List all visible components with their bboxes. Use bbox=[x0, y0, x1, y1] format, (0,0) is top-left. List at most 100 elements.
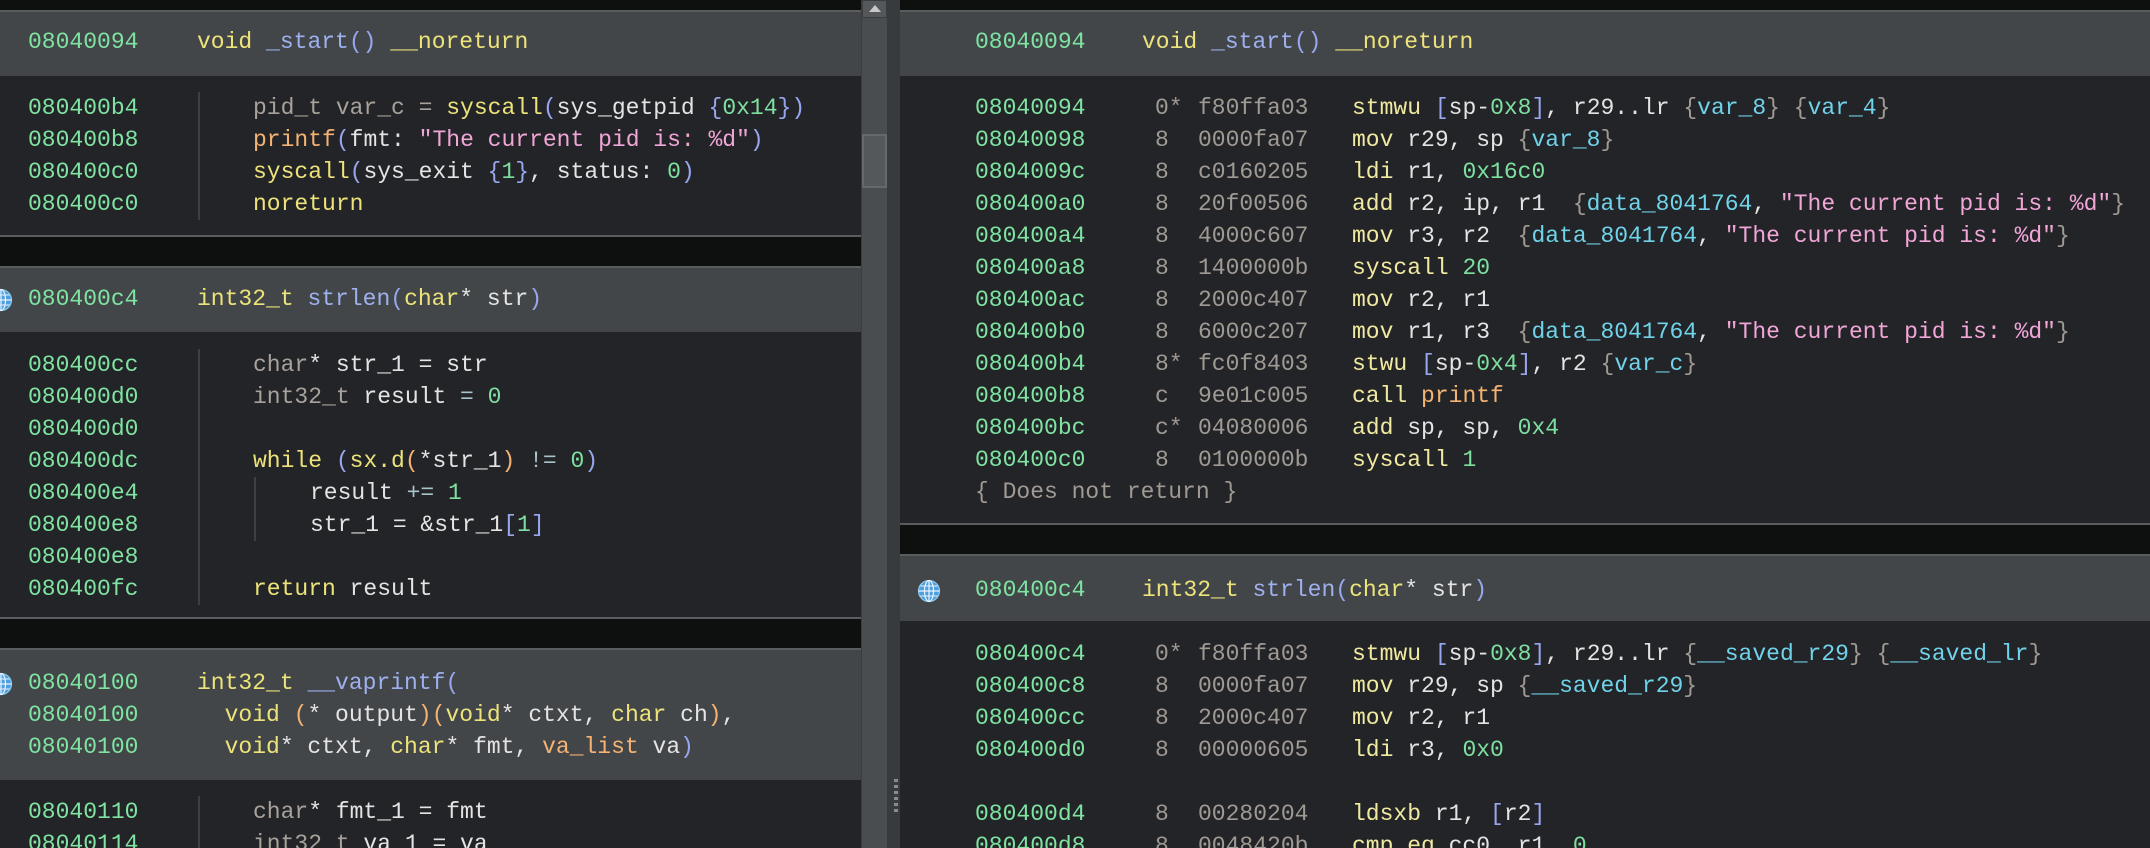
address[interactable]: 080400a0 bbox=[975, 188, 1085, 220]
address[interactable]: 080400c0 bbox=[975, 444, 1085, 476]
disassembly-view-pane[interactable]: 08040094 void _start() __noreturn 08040094… bbox=[900, 0, 2150, 848]
code-line[interactable]: 080400cc char* str_1 = str bbox=[0, 349, 861, 381]
code-line[interactable]: 08040110 char* fmt_1 = fmt bbox=[0, 796, 861, 828]
code-token: ] bbox=[1531, 641, 1546, 667]
code-line[interactable]: 08040098 8 0000fa07 mov r29, sp {var_8} bbox=[900, 124, 2150, 156]
code-line[interactable]: 080400c4 0* f80ffa03 stmwu [sp-0x8], r29..l… bbox=[900, 638, 2150, 670]
address[interactable]: 08040100 bbox=[28, 731, 138, 763]
code-line[interactable]: 080400dc while (sx.d(*str_1) != 0) bbox=[0, 445, 861, 477]
address[interactable]: 080400d0 bbox=[28, 381, 138, 413]
address[interactable]: 080400d4 bbox=[975, 798, 1085, 830]
address[interactable]: 080400b0 bbox=[975, 316, 1085, 348]
code-line[interactable]: 0804009c 8 c0160205 ldi r1, 0x16c0 bbox=[900, 156, 2150, 188]
function-header[interactable]: 08040094 void _start() __noreturn bbox=[0, 12, 861, 76]
address[interactable]: 080400cc bbox=[28, 349, 138, 381]
address[interactable]: 080400e4 bbox=[28, 477, 138, 509]
address[interactable]: 080400a8 bbox=[975, 252, 1085, 284]
code-line[interactable]: 080400c0 syscall(sys_exit {1}, status: 0) bbox=[0, 156, 861, 188]
address[interactable]: 080400b4 bbox=[975, 348, 1085, 380]
address[interactable]: 080400e8 bbox=[28, 541, 138, 573]
address[interactable]: 080400c4 bbox=[975, 574, 1085, 606]
code-line[interactable]: 080400d0 bbox=[0, 413, 861, 445]
code-line[interactable]: 080400d4 8 00280204 ldsxb r1, [r2] bbox=[900, 798, 2150, 830]
code-line[interactable]: 080400c0 noreturn bbox=[0, 188, 861, 220]
address[interactable]: 080400c0 bbox=[28, 188, 138, 220]
code-line[interactable]: 080400b4 pid_t var_c = syscall(sys_getpid… bbox=[0, 92, 861, 124]
code-line[interactable]: 080400b8 printf(fmt: "The current pid is:… bbox=[0, 124, 861, 156]
code-line[interactable]: 08040094 0* f80ffa03 stmwu [sp-0x8], r29..l… bbox=[900, 92, 2150, 124]
function-signature-line[interactable]: 08040094 void _start() __noreturn bbox=[900, 26, 2150, 58]
address[interactable]: 080400c0 bbox=[28, 156, 138, 188]
code-token: void bbox=[197, 29, 253, 55]
function-signature-line[interactable]: 080400c4 int32_t strlen(char* str) bbox=[900, 574, 2150, 606]
address[interactable]: 080400c4 bbox=[975, 638, 1085, 670]
code-token: ( bbox=[390, 286, 405, 312]
address[interactable]: 08040114 bbox=[28, 828, 138, 848]
code-line[interactable]: 080400d8 8 0048420b cmp.eq cc0, r1, 0 bbox=[900, 830, 2150, 848]
code-line[interactable]: 080400bc c* 04080006 add sp, sp, 0x4 bbox=[900, 412, 2150, 444]
address[interactable]: 08040094 bbox=[975, 26, 1085, 58]
function-header[interactable]: 080400c4 int32_t strlen(char* str) bbox=[0, 268, 861, 332]
code-line[interactable]: 080400d0 int32_t result = 0 bbox=[0, 381, 861, 413]
code-line[interactable]: 080400b4 8* fc0f8403 stwu [sp-0x4], r2 {var… bbox=[900, 348, 2150, 380]
address[interactable]: 080400b4 bbox=[28, 92, 138, 124]
address[interactable]: 080400e8 bbox=[28, 509, 138, 541]
address[interactable]: 080400cc bbox=[975, 702, 1085, 734]
function-signature-line[interactable]: 08040100 void* ctxt, char* fmt, va_list … bbox=[0, 731, 861, 763]
function-signature-line[interactable]: 08040100 void (* output)(void* ctxt, cha… bbox=[0, 699, 861, 731]
code-token: __noreturn bbox=[1335, 29, 1474, 55]
address[interactable]: 0804009c bbox=[975, 156, 1085, 188]
code-token: ) bbox=[680, 159, 695, 185]
address[interactable]: 08040100 bbox=[28, 699, 138, 731]
function-signature-line[interactable]: 08040094 void _start() __noreturn bbox=[0, 26, 861, 58]
address[interactable]: 08040094 bbox=[28, 26, 138, 58]
scrollbar-thumb[interactable] bbox=[862, 134, 887, 188]
code-line[interactable]: 080400a0 8 20f00506 add r2, ip, r1 {data_80… bbox=[900, 188, 2150, 220]
code-line[interactable]: 08040114 int32_t va_1 = va bbox=[0, 828, 861, 848]
code-line[interactable]: 080400e8 str_1 = &str_1[1] bbox=[0, 509, 861, 541]
decompiled-view-pane[interactable]: 08040094 void _start() __noreturn 080400b4… bbox=[0, 0, 861, 848]
code-line[interactable]: 080400b8 c 9e01c005 call printf bbox=[900, 380, 2150, 412]
address[interactable]: 080400b8 bbox=[975, 380, 1085, 412]
address[interactable]: 080400c4 bbox=[28, 283, 138, 315]
code-token: mov bbox=[1352, 127, 1394, 153]
splitter-grip-icon[interactable] bbox=[894, 779, 898, 815]
address[interactable]: 080400bc bbox=[975, 412, 1085, 444]
code-line[interactable]: 080400fc return result bbox=[0, 573, 861, 605]
address[interactable]: 08040100 bbox=[28, 667, 138, 699]
function-signature-line[interactable]: 080400c4 int32_t strlen(char* str) bbox=[0, 283, 861, 315]
code-line[interactable]: 080400a4 8 4000c607 mov r3, r2 {data_804176… bbox=[900, 220, 2150, 252]
address[interactable]: 080400dc bbox=[28, 445, 138, 477]
pane-splitter[interactable] bbox=[887, 0, 900, 848]
address[interactable]: 080400ac bbox=[975, 284, 1085, 316]
address[interactable]: 08040098 bbox=[975, 124, 1085, 156]
address[interactable]: 080400b8 bbox=[28, 124, 138, 156]
vertical-scrollbar[interactable] bbox=[861, 0, 887, 848]
code-line[interactable]: 080400c8 8 0000fa07 mov r29, sp {__saved_r2… bbox=[900, 670, 2150, 702]
code-line[interactable]: 080400ac 8 2000c407 mov r2, r1 bbox=[900, 284, 2150, 316]
address[interactable]: 080400d0 bbox=[28, 413, 138, 445]
code-token: , r29..lr bbox=[1545, 641, 1684, 667]
function-signature-line[interactable]: 08040100 int32_t __vaprintf( bbox=[0, 667, 861, 699]
function-header[interactable]: 08040094 void _start() __noreturn bbox=[900, 12, 2150, 76]
code-line[interactable]: 080400e8 bbox=[0, 541, 861, 573]
code-token: { bbox=[1517, 673, 1532, 699]
function-body: 080400cc char* str_1 = str 080400d0 int32_t… bbox=[0, 332, 861, 617]
function-header[interactable]: 080400c4 int32_t strlen(char* str) bbox=[900, 556, 2150, 621]
address[interactable]: 080400c8 bbox=[975, 670, 1085, 702]
scroll-up-arrow-icon[interactable] bbox=[862, 0, 887, 18]
code-line[interactable]: 080400cc 8 2000c407 mov r2, r1 bbox=[900, 702, 2150, 734]
code-line[interactable]: 080400c0 8 0100000b syscall 1 bbox=[900, 444, 2150, 476]
code-token: 20 bbox=[1462, 255, 1491, 281]
code-line[interactable]: 080400d0 8 00000605 ldi r3, 0x0 bbox=[900, 734, 2150, 766]
function-header[interactable]: 08040100 int32_t __vaprintf(08040100 void… bbox=[0, 650, 861, 780]
address[interactable]: 08040094 bbox=[975, 92, 1085, 124]
code-line[interactable]: 080400b0 8 6000c207 mov r1, r3 {data_804176… bbox=[900, 316, 2150, 348]
address[interactable]: 08040110 bbox=[28, 796, 138, 828]
code-line[interactable]: 080400e4 result += 1 bbox=[0, 477, 861, 509]
code-line[interactable]: 080400a8 8 1400000b syscall 20 bbox=[900, 252, 2150, 284]
address[interactable]: 080400d0 bbox=[975, 734, 1085, 766]
address[interactable]: 080400a4 bbox=[975, 220, 1085, 252]
address[interactable]: 080400d8 bbox=[975, 830, 1085, 848]
address[interactable]: 080400fc bbox=[28, 573, 138, 605]
